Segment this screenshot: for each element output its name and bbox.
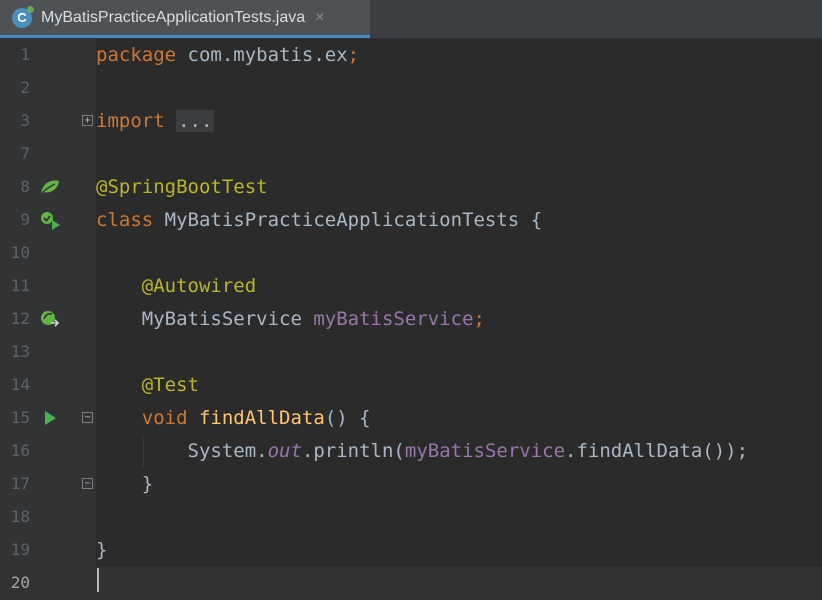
line-code: class MyBatisPracticeApplicationTests { bbox=[96, 209, 543, 231]
editor-tab-bar: C MyBatisPracticeApplicationTests.java × bbox=[0, 0, 822, 39]
line-number: 18 bbox=[10, 507, 30, 526]
line-number: 19 bbox=[10, 540, 30, 559]
code-editor[interactable]: 1 package com.mybatis.ex; 2 3 + import .… bbox=[0, 39, 822, 600]
line-code: @SpringBootTest bbox=[96, 176, 268, 198]
fold-end-icon[interactable]: − bbox=[82, 478, 93, 489]
line-number: 17 bbox=[10, 474, 30, 493]
code-line[interactable]: 2 bbox=[0, 72, 822, 105]
line-number: 7 bbox=[20, 144, 30, 163]
code-line[interactable]: 13 bbox=[0, 336, 822, 369]
line-code: System.out.println(myBatisService.findAl… bbox=[96, 440, 749, 462]
line-code: } bbox=[96, 473, 154, 495]
line-number: 10 bbox=[10, 243, 30, 262]
navigate-to-bean-icon[interactable] bbox=[38, 309, 62, 329]
code-line[interactable]: 17 − } bbox=[0, 468, 822, 501]
run-tests-icon[interactable] bbox=[38, 210, 62, 230]
fold-expand-icon[interactable]: + bbox=[82, 115, 93, 126]
line-code: @Test bbox=[141, 374, 199, 396]
code-line[interactable]: 1 package com.mybatis.ex; bbox=[0, 39, 822, 72]
line-number: 2 bbox=[20, 78, 30, 97]
line-number: 12 bbox=[10, 309, 30, 328]
code-line[interactable]: 19 } bbox=[0, 534, 822, 567]
run-test-icon[interactable] bbox=[38, 408, 62, 428]
code-line[interactable]: 3 + import ... bbox=[0, 105, 822, 138]
line-code: @Autowired bbox=[141, 275, 257, 297]
code-line[interactable]: 10 bbox=[0, 237, 822, 270]
tab-title: MyBatisPracticeApplicationTests.java bbox=[41, 8, 306, 26]
folded-imports[interactable]: ... bbox=[176, 110, 215, 132]
line-number: 1 bbox=[20, 45, 30, 64]
line-code: import ... bbox=[96, 110, 215, 132]
line-number: 11 bbox=[10, 276, 30, 295]
code-line[interactable]: 15 − void findAllData() { bbox=[0, 402, 822, 435]
line-code: package com.mybatis.ex; bbox=[96, 44, 360, 66]
line-code: } bbox=[96, 539, 108, 561]
line-number: 3 bbox=[20, 111, 30, 130]
line-number: 8 bbox=[20, 177, 30, 196]
tab-mybatis-tests[interactable]: C MyBatisPracticeApplicationTests.java × bbox=[0, 0, 370, 38]
code-line[interactable]: 9 class MyBatisPracticeApplicationTests … bbox=[0, 204, 822, 237]
line-number: 9 bbox=[20, 210, 30, 229]
line-number: 20 bbox=[10, 573, 30, 592]
code-line[interactable]: 11 @Autowired bbox=[0, 270, 822, 303]
code-line[interactable]: 8 @SpringBootTest bbox=[0, 171, 822, 204]
line-number: 16 bbox=[10, 441, 30, 460]
code-line[interactable]: 18 bbox=[0, 501, 822, 534]
java-class-icon: C bbox=[12, 5, 34, 28]
line-code: void findAllData() { bbox=[141, 407, 371, 429]
line-number: 13 bbox=[10, 342, 30, 361]
code-line-current[interactable]: 20 bbox=[0, 567, 822, 600]
fold-collapse-icon[interactable]: − bbox=[82, 412, 93, 423]
line-number: 15 bbox=[10, 408, 30, 427]
close-icon[interactable]: × bbox=[315, 9, 324, 27]
line-code: MyBatisService myBatisService; bbox=[96, 308, 485, 330]
code-line[interactable]: 14 @Test bbox=[0, 369, 822, 402]
code-line[interactable]: 12 MyBatisService myBatisService; bbox=[0, 303, 822, 336]
line-number: 14 bbox=[10, 375, 30, 394]
spring-bean-icon[interactable] bbox=[38, 177, 62, 197]
code-line[interactable]: 16 System.out.println(myBatisService.fin… bbox=[0, 435, 822, 468]
text-caret bbox=[97, 568, 99, 592]
code-line[interactable]: 7 bbox=[0, 138, 822, 171]
indent-guide bbox=[143, 438, 144, 467]
